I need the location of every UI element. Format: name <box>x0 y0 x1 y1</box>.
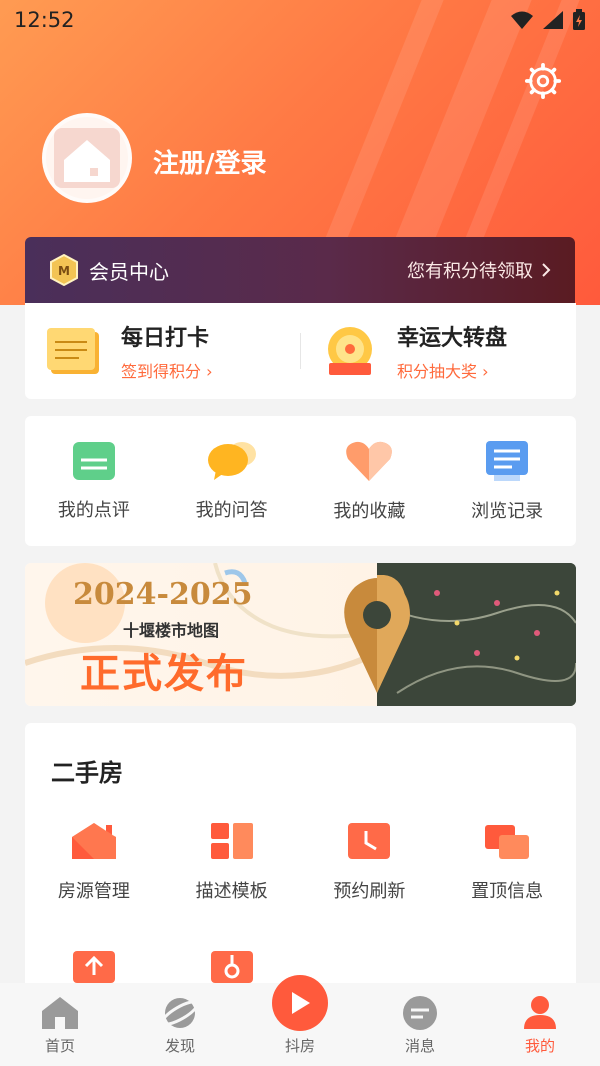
member-center-bar[interactable]: M 会员中心 您有积分待领取 <box>25 237 575 303</box>
tab-video-house-label: 抖房 <box>284 1037 315 1055</box>
checkin-card: 每日打卡 签到得积分 › 幸运大转盘 积分抽大奖 › <box>25 303 576 399</box>
house-manage[interactable]: 房源管理 <box>25 821 163 903</box>
my-reviews[interactable]: 我的点评 <box>25 416 163 546</box>
chevron-right-icon <box>542 263 551 277</box>
notepad-icon <box>47 328 99 374</box>
lucky-wheel-sub: 积分抽大奖 › <box>397 362 489 381</box>
tab-mine[interactable]: 我的 <box>480 995 600 1056</box>
settings-gear-icon[interactable] <box>524 62 562 100</box>
banner-headline: 正式发布 <box>80 651 248 697</box>
template-icon <box>210 823 253 859</box>
user-icon <box>524 996 556 1029</box>
vip-badge-icon: M <box>50 254 78 286</box>
scheduled-refresh[interactable]: 预约刷新 <box>301 821 439 903</box>
banner-subtitle: 十堰楼市地图 <box>123 621 220 640</box>
qa-icon <box>207 442 256 480</box>
tab-discover[interactable]: 发现 <box>120 995 240 1056</box>
browse-history-label: 浏览记录 <box>471 501 544 522</box>
my-reviews-label: 我的点评 <box>57 500 130 521</box>
tab-messages-label: 消息 <box>404 1037 435 1055</box>
key-icon <box>210 951 253 983</box>
tab-discover-label: 发现 <box>164 1037 195 1055</box>
upload-icon <box>72 951 115 983</box>
tab-messages[interactable]: 消息 <box>360 995 480 1056</box>
history-icon <box>486 441 529 481</box>
description-template-label: 描述模板 <box>195 881 268 902</box>
daily-checkin[interactable]: 每日打卡 签到得积分 › <box>25 320 300 382</box>
house-manage-icon <box>71 823 116 859</box>
status-time: 12:52 <box>14 8 75 32</box>
status-bar: 12:52 <box>0 0 600 40</box>
my-favorites[interactable]: 我的收藏 <box>301 416 439 546</box>
quick-actions-card: 我的点评 我的问答 我的收藏 浏览记录 <box>25 416 576 546</box>
my-qa-label: 我的问答 <box>195 500 268 521</box>
tab-home[interactable]: 首页 <box>0 995 120 1056</box>
lucky-wheel-icon <box>328 327 372 375</box>
banner-years: 2024-2025 <box>73 577 253 612</box>
clock-icon <box>348 823 391 859</box>
key-action[interactable] <box>163 949 301 983</box>
map-pin-icon <box>344 575 410 693</box>
message-icon <box>403 996 437 1030</box>
description-template[interactable]: 描述模板 <box>163 821 301 903</box>
wifi-icon <box>511 11 533 29</box>
points-prompt: 您有积分待领取 <box>407 261 533 282</box>
comment-icon <box>72 442 115 480</box>
battery-icon <box>573 9 585 30</box>
video-house-play-button[interactable] <box>272 975 328 1031</box>
member-center-title: 会员中心 <box>89 259 169 284</box>
upload-action[interactable] <box>25 949 163 983</box>
tab-mine-label: 我的 <box>524 1037 555 1055</box>
avatar[interactable] <box>42 113 132 203</box>
avatar-placeholder-icon <box>54 128 120 188</box>
second-hand-card: 二手房 房源管理 描述模板 预约刷新 置顶信息 <box>25 723 576 1013</box>
second-hand-title: 二手房 <box>51 759 123 787</box>
lucky-wheel-title: 幸运大转盘 <box>397 326 508 351</box>
svg-text:M: M <box>58 264 70 278</box>
daily-checkin-sub: 签到得积分 › <box>121 362 213 381</box>
tab-home-label: 首页 <box>44 1037 75 1055</box>
scheduled-refresh-label: 预约刷新 <box>333 881 406 902</box>
home-icon <box>42 997 78 1029</box>
house-manage-label: 房源管理 <box>57 881 130 902</box>
play-icon <box>292 992 310 1014</box>
map-release-banner[interactable]: 2024-2025 十堰楼市地图 正式发布 <box>25 563 576 706</box>
favorite-icon <box>346 441 393 481</box>
planet-icon <box>160 998 200 1028</box>
browse-history[interactable]: 浏览记录 <box>438 416 576 546</box>
login-register-link[interactable]: 注册/登录 <box>153 143 267 180</box>
my-favorites-label: 我的收藏 <box>333 501 406 522</box>
pin-top-icon <box>485 825 530 859</box>
daily-checkin-title: 每日打卡 <box>121 326 210 351</box>
my-qa[interactable]: 我的问答 <box>163 416 301 546</box>
pin-top-info[interactable]: 置顶信息 <box>438 821 576 903</box>
signal-icon <box>543 11 563 29</box>
pin-top-info-label: 置顶信息 <box>471 881 544 902</box>
lucky-wheel[interactable]: 幸运大转盘 积分抽大奖 › <box>301 320 576 382</box>
